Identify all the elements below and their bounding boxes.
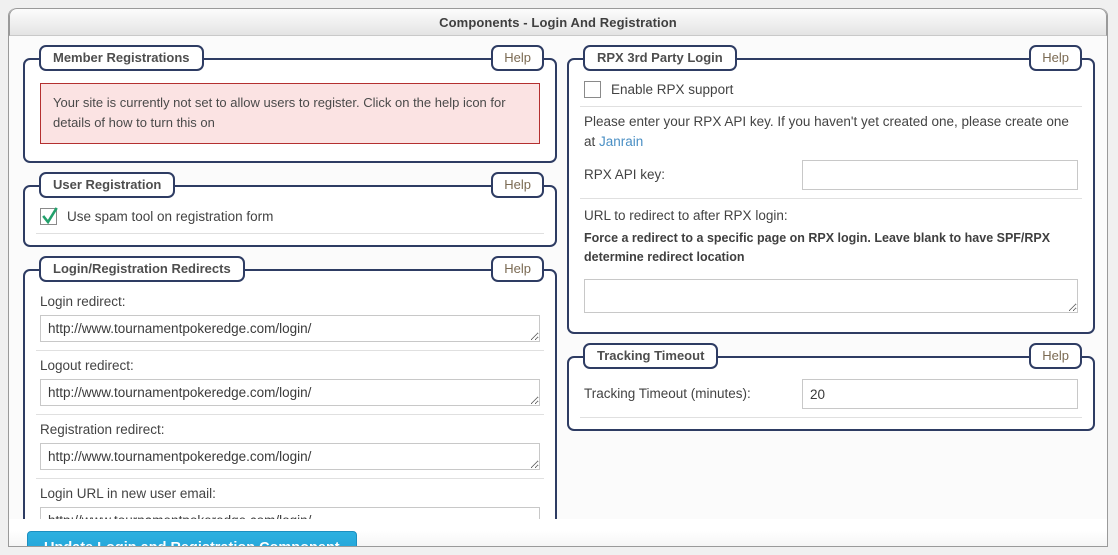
rpx-redirect-note: Force a redirect to a specific page on R… xyxy=(584,231,1051,264)
login-url-email-label: Login URL in new user email: xyxy=(40,486,216,501)
enable-rpx-label: Enable RPX support xyxy=(611,82,734,97)
spam-tool-row: Use spam tool on registration form xyxy=(36,203,544,234)
login-redirect-input[interactable] xyxy=(40,315,540,342)
help-button-redirects[interactable]: Help xyxy=(491,256,544,282)
panel-legend-user-registration: User Registration xyxy=(39,172,176,198)
panel-legend-member-registrations: Member Registrations xyxy=(39,45,204,71)
rpx-redirect-label: URL to redirect to after RPX login: xyxy=(584,208,788,223)
registration-redirect-label: Registration redirect: xyxy=(40,422,165,437)
rpx-api-note-text: Please enter your RPX API key. If you ha… xyxy=(584,114,1069,149)
registration-disabled-alert: Your site is currently not set to allow … xyxy=(40,83,540,144)
panel-member-registrations: Member Registrations Help Your site is c… xyxy=(23,45,557,163)
check-icon xyxy=(42,207,58,225)
help-button-user-registration[interactable]: Help xyxy=(491,172,544,198)
panel-legend-redirects: Login/Registration Redirects xyxy=(39,256,245,282)
enable-rpx-row: Enable RPX support xyxy=(580,76,1082,107)
enable-rpx-checkbox[interactable] xyxy=(584,81,601,98)
tracking-timeout-row: Tracking Timeout (minutes): xyxy=(580,374,1082,418)
janrain-link[interactable]: Janrain xyxy=(599,134,643,149)
panel-user-registration: User Registration Help Use spam tool on … xyxy=(23,172,557,247)
window-titlebar: Components - Login And Registration xyxy=(9,8,1107,36)
panel-rpx-third-party-login: RPX 3rd Party Login Help Enable RPX supp… xyxy=(567,45,1095,334)
panel-login-registration-redirects: Login/Registration Redirects Help Login … xyxy=(23,256,557,546)
login-redirect-row: Login redirect: xyxy=(36,287,544,351)
tracking-timeout-input[interactable] xyxy=(802,379,1078,409)
help-button-rpx[interactable]: Help xyxy=(1029,45,1082,71)
window-footer: Update Login and Registration Component xyxy=(9,519,1107,546)
registration-redirect-row: Registration redirect: xyxy=(36,415,544,479)
panel-legend-tracking-timeout: Tracking Timeout xyxy=(583,343,719,369)
login-redirect-label: Login redirect: xyxy=(40,294,126,309)
rpx-api-key-input[interactable] xyxy=(802,160,1078,190)
registration-redirect-input[interactable] xyxy=(40,443,540,470)
panel-tracking-timeout: Tracking Timeout Help Tracking Timeout (… xyxy=(567,343,1095,431)
panel-legend-rpx: RPX 3rd Party Login xyxy=(583,45,737,71)
rpx-api-note: Please enter your RPX API key. If you ha… xyxy=(584,114,1069,149)
rpx-api-note-row: Please enter your RPX API key. If you ha… xyxy=(580,107,1082,154)
right-column: RPX 3rd Party Login Help Enable RPX supp… xyxy=(567,36,1095,431)
left-column: Member Registrations Help Your site is c… xyxy=(23,36,557,546)
rpx-api-key-label: RPX API key: xyxy=(584,167,666,182)
help-button-member-registrations[interactable]: Help xyxy=(491,45,544,71)
window-body: Member Registrations Help Your site is c… xyxy=(9,36,1107,546)
logout-redirect-label: Logout redirect: xyxy=(40,358,134,373)
tracking-timeout-label: Tracking Timeout (minutes): xyxy=(584,386,751,401)
logout-redirect-row: Logout redirect: xyxy=(36,351,544,415)
spam-tool-label: Use spam tool on registration form xyxy=(67,209,274,224)
rpx-api-key-row: RPX API key: xyxy=(580,154,1082,199)
rpx-redirect-input[interactable] xyxy=(584,279,1078,313)
spam-tool-checkbox[interactable] xyxy=(40,207,58,225)
app-window: Components - Login And Registration Memb… xyxy=(8,8,1108,547)
window-title: Components - Login And Registration xyxy=(439,14,677,30)
update-login-registration-button[interactable]: Update Login and Registration Component xyxy=(27,531,357,546)
logout-redirect-input[interactable] xyxy=(40,379,540,406)
rpx-redirect-row: URL to redirect to after RPX login: Forc… xyxy=(580,199,1082,321)
help-button-tracking-timeout[interactable]: Help xyxy=(1029,343,1082,369)
